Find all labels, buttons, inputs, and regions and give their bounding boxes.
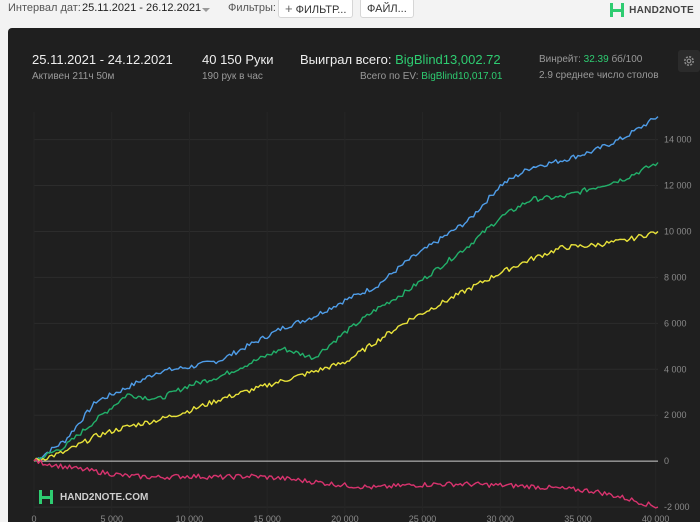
watermark-text: HAND2NOTE.COM (60, 491, 149, 503)
filter-button-label: ФИЛЬТР... (295, 4, 347, 16)
series-line-2 (33, 162, 659, 462)
x-tick-label: 25 000 (409, 514, 437, 522)
chart-grid (33, 112, 658, 514)
profit-graph: -2 000 0 2 000 4 000 6 000 8 000 10 000 12 000 1… (31, 112, 692, 522)
x-tick-label: 35 000 (564, 514, 592, 522)
graph-panel: 25.11.2021 - 24.12.2021 Активен 211ч 50м… (8, 28, 700, 522)
brand-name: HAND2NOTE (629, 4, 694, 16)
y-tick-label: 10 000 (664, 226, 692, 236)
x-tick-label: 20 000 (331, 514, 359, 522)
file-button[interactable]: ФАЙЛ... (360, 0, 414, 18)
watermark: HAND2NOTE.COM (38, 490, 148, 504)
filter-button[interactable]: + ФИЛЬТР... (278, 0, 354, 18)
hand2note-logo-icon (39, 490, 53, 504)
plus-icon: + (285, 1, 293, 16)
x-tick-label: 0 (31, 514, 36, 522)
y-tick-label: 14 000 (664, 135, 692, 145)
series-line-3 (33, 230, 659, 462)
x-tick-label: 10 000 (176, 514, 204, 522)
hand2note-logo-icon (610, 3, 625, 17)
interval-dropdown[interactable]: 25.11.2021 - 26.12.2021 (82, 2, 201, 14)
y-tick-label: 6 000 (664, 318, 687, 328)
file-button-label: ФАЙЛ... (367, 3, 407, 15)
top-toolbar: Интервал дат: 25.11.2021 - 26.12.2021 Фи… (0, 0, 700, 22)
chart-ticks: -2 000 0 2 000 4 000 6 000 8 000 10 000 12 000 1… (31, 135, 691, 522)
y-tick-label: 0 (664, 456, 669, 466)
chevron-down-icon[interactable] (202, 8, 210, 12)
y-tick-label: 2 000 (664, 410, 687, 420)
y-tick-label: 4 000 (664, 364, 687, 374)
x-tick-label: 30 000 (486, 514, 514, 522)
brand-logo: HAND2NOTE (609, 0, 694, 20)
x-tick-label: 40 000 (642, 514, 670, 522)
series-line-1 (33, 116, 659, 462)
y-tick-label: -2 000 (664, 502, 690, 512)
interval-label: Интервал дат: (8, 2, 81, 14)
x-tick-label: 15 000 (253, 514, 281, 522)
y-tick-label: 12 000 (664, 181, 692, 191)
filters-label: Фильтры: (228, 2, 276, 14)
chart-series (33, 116, 659, 509)
x-tick-label: 5 000 (100, 514, 123, 522)
y-tick-label: 8 000 (664, 272, 687, 282)
